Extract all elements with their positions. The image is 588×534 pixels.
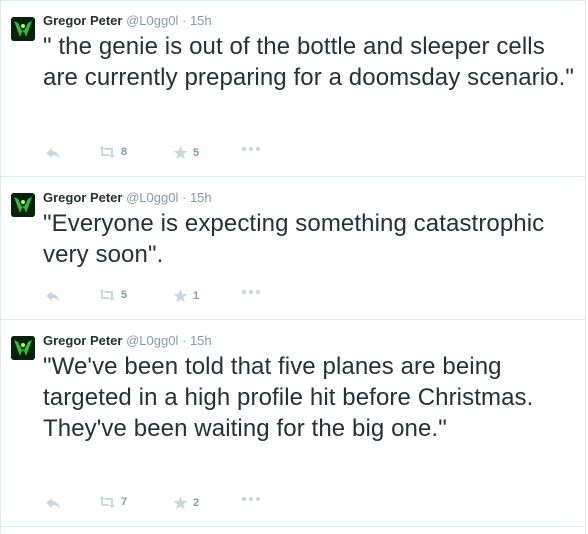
star-icon: [173, 146, 188, 160]
retweet-count: 7: [121, 496, 128, 508]
more-dots-icon: [241, 496, 261, 502]
star-icon: [173, 289, 188, 303]
timestamp[interactable]: 15h: [190, 333, 212, 348]
username[interactable]: @L0gg0l: [126, 190, 178, 205]
separator: ·: [181, 190, 187, 205]
avatar-image: [11, 17, 35, 41]
favorite-button[interactable]: 2: [173, 496, 199, 510]
retweet-icon: [99, 146, 115, 158]
fullname[interactable]: Gregor Peter: [43, 333, 122, 348]
favorite-button[interactable]: 5: [173, 146, 199, 160]
retweet-count: 8: [121, 146, 128, 158]
tweet-actions: 8 5: [1, 136, 585, 176]
reply-button[interactable]: [45, 289, 61, 303]
tweet-actions: 5 1: [1, 279, 585, 319]
more-dots-icon: [241, 146, 261, 152]
tweet-text: "Everyone is expecting something catastr…: [43, 210, 545, 268]
avatar[interactable]: [11, 336, 35, 360]
reply-button[interactable]: [45, 146, 61, 160]
tweet-text: " the genie is out of the bottle and sle…: [43, 33, 575, 91]
retweet-button[interactable]: 7: [98, 496, 127, 508]
retweet-icon: [99, 289, 115, 301]
star-icon: [173, 496, 188, 510]
tweet-header: Gregor Peter @L0gg0l · 15h: [43, 332, 573, 350]
tweet[interactable]: Gregor Peter @L0gg0l · 15h "Everyone is …: [1, 176, 585, 319]
fullname[interactable]: Gregor Peter: [43, 190, 122, 205]
timestamp[interactable]: 15h: [190, 190, 212, 205]
separator: ·: [181, 13, 187, 28]
separator: ·: [181, 333, 187, 348]
fullname[interactable]: Gregor Peter: [43, 13, 122, 28]
favorite-button[interactable]: 1: [173, 289, 199, 303]
avatar[interactable]: [11, 193, 35, 217]
more-dots-icon: [241, 289, 261, 295]
retweet-button[interactable]: 8: [98, 146, 127, 158]
tweet[interactable]: Gregor Peter @L0gg0l · 15h " the genie i…: [1, 0, 585, 176]
tweet-actions: 7 2: [1, 486, 585, 526]
more-button[interactable]: [241, 146, 261, 152]
more-button[interactable]: [241, 496, 261, 502]
avatar-image: [11, 193, 35, 217]
reply-icon: [46, 498, 60, 509]
favorite-count: 2: [193, 497, 200, 509]
retweet-count: 5: [121, 289, 128, 301]
favorite-count: 5: [193, 147, 200, 159]
tweet-header: Gregor Peter @L0gg0l · 15h: [43, 189, 573, 207]
reply-button[interactable]: [45, 496, 61, 510]
reply-icon: [46, 148, 60, 159]
username[interactable]: @L0gg0l: [126, 13, 178, 28]
tweet-header: Gregor Peter @L0gg0l · 15h: [43, 12, 573, 30]
tweet-timeline: Gregor Peter @L0gg0l · 15h " the genie i…: [0, 0, 586, 534]
username[interactable]: @L0gg0l: [126, 333, 178, 348]
more-button[interactable]: [241, 289, 261, 295]
retweet-icon: [99, 496, 115, 508]
reply-icon: [46, 291, 60, 302]
favorite-count: 1: [193, 290, 200, 302]
retweet-button[interactable]: 5: [98, 289, 127, 301]
avatar[interactable]: [11, 17, 35, 41]
timestamp[interactable]: 15h: [190, 13, 212, 28]
tweet-text: "We've been told that five planes are be…: [43, 353, 534, 442]
tweet[interactable]: Gregor Peter @L0gg0l · 15h "We've been t…: [1, 319, 585, 527]
avatar-image: [11, 336, 35, 360]
